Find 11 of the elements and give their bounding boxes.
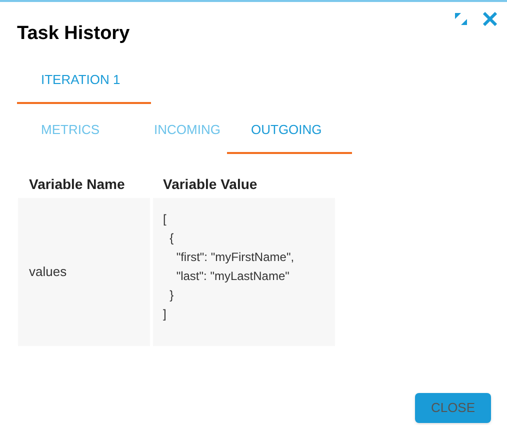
column-header: Variable Value [162,174,258,194]
tab[interactable]: METRICS [17,108,130,154]
close-icon[interactable] [483,12,497,26]
column-header: Variable Name [28,174,126,194]
tab[interactable]: INCOMING [130,108,227,154]
collapse-icon[interactable] [455,13,467,25]
tab[interactable]: ITERATION 1 [17,58,151,104]
tab[interactable]: OUTGOING [227,108,352,154]
table-cell: values [18,198,150,346]
dialog-title: Task History [17,22,130,46]
table-cell: [ { "first": "myFirstName", "last": "myLastName" } ] [153,198,335,346]
